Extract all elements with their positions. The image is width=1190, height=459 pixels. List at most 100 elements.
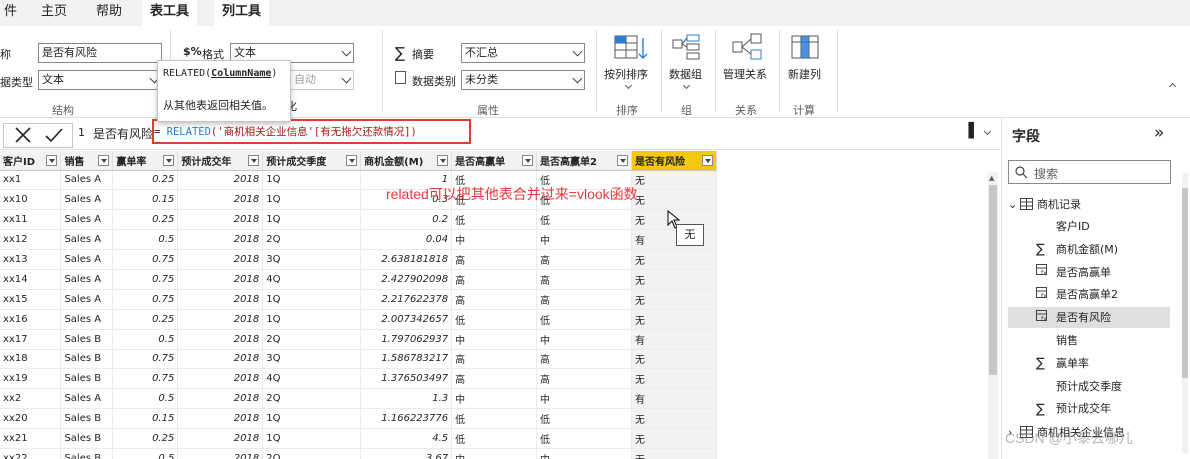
table-cell[interactable]: 0.04	[360, 229, 453, 251]
manage-relationships-button[interactable]: 管理关系	[721, 30, 773, 81]
table-cell[interactable]: xx21	[0, 428, 62, 449]
filter-dropdown-icon[interactable]	[346, 155, 358, 166]
column-header[interactable]: 客户ID	[0, 151, 62, 171]
table-cell[interactable]: 无	[631, 269, 718, 290]
table-cell[interactable]: 1.166223776	[360, 408, 453, 430]
table-cell[interactable]: 4Q	[262, 269, 362, 290]
table-cell[interactable]: 2018	[177, 189, 264, 211]
table-cell[interactable]: 无	[631, 289, 718, 310]
table-cell[interactable]: 无	[631, 448, 718, 459]
table-cell[interactable]: 高	[451, 269, 538, 290]
sort-by-column-button[interactable]: 按列排序	[604, 30, 654, 92]
column-name-input[interactable]: 是否有风险	[38, 43, 162, 63]
table-cell[interactable]: 2018	[177, 289, 264, 310]
table-cell[interactable]: 0.75	[112, 249, 179, 270]
table-cell[interactable]: 低	[451, 408, 538, 430]
tab-table-tools[interactable]: 表工具	[142, 0, 198, 27]
table-cell[interactable]: 1Q	[262, 408, 362, 430]
field-item[interactable]: ∑ 预计成交年	[1008, 398, 1170, 419]
summarize-select[interactable]: 不汇总	[461, 43, 585, 63]
table-cell[interactable]: xx13	[0, 249, 62, 270]
table-cell[interactable]: 中	[451, 388, 538, 410]
table-cell[interactable]: 无	[631, 368, 718, 390]
table-cell[interactable]: Sales A	[60, 249, 114, 270]
table-cell[interactable]: 2018	[177, 170, 264, 191]
table-cell[interactable]: Sales B	[60, 448, 114, 459]
table-cell[interactable]: 中	[451, 329, 538, 350]
table-cell[interactable]: 0.75	[112, 289, 179, 310]
table-cell[interactable]: 0.5	[112, 448, 179, 459]
table-cell[interactable]: 高	[536, 269, 632, 290]
table-cell[interactable]: 低	[536, 209, 632, 231]
table-cell[interactable]: 3.67	[360, 448, 453, 459]
table-cell[interactable]: Sales A	[60, 170, 114, 191]
table-cell[interactable]: 2018	[177, 329, 264, 350]
column-header[interactable]: 是否高赢单	[451, 151, 538, 171]
table-cell[interactable]: xx10	[0, 189, 62, 211]
table-cell[interactable]: 2Q	[262, 329, 362, 350]
table-cell[interactable]: 1Q	[262, 309, 362, 330]
table-cell[interactable]: 低	[536, 408, 632, 430]
collapse-pane-icon[interactable]: »	[1154, 123, 1164, 143]
column-header[interactable]: 是否高赢单2	[536, 151, 632, 171]
field-item[interactable]: 销售	[1008, 330, 1170, 351]
table-cell[interactable]: xx14	[0, 269, 62, 290]
table-cell[interactable]: xx20	[0, 408, 62, 430]
cancel-formula-icon[interactable]	[14, 126, 32, 144]
table-cell[interactable]: xx16	[0, 309, 62, 330]
table-cell[interactable]: 4.5	[360, 428, 453, 449]
table-cell[interactable]: xx11	[0, 209, 62, 231]
table-cell[interactable]: Sales A	[60, 189, 114, 211]
table-cell[interactable]: 2018	[177, 229, 264, 251]
table-cell[interactable]: 2018	[177, 448, 264, 459]
table-cell[interactable]: Sales B	[60, 349, 114, 370]
table-cell[interactable]: 有	[631, 388, 718, 410]
table-cell[interactable]: 2Q	[262, 448, 362, 459]
table-cell[interactable]: xx12	[0, 229, 62, 251]
table-cell[interactable]: 中	[536, 448, 632, 459]
table-cell[interactable]: 1.797062937	[360, 329, 453, 350]
table-cell[interactable]: 中	[536, 229, 632, 251]
expand-chevron-icon[interactable]: ⌄	[1008, 198, 1018, 211]
table-cell[interactable]: Sales A	[60, 289, 114, 310]
column-header[interactable]: 是否有风险	[631, 151, 718, 171]
table-cell[interactable]: 有	[631, 329, 718, 350]
table-cell[interactable]: Sales B	[60, 329, 114, 350]
tab-file[interactable]: 件	[0, 0, 25, 26]
table-cell[interactable]: 2018	[177, 368, 264, 390]
expand-formula-icon[interactable]	[983, 127, 992, 136]
table-cell[interactable]: Sales B	[60, 368, 114, 390]
field-item[interactable]: 客户ID	[1008, 216, 1170, 237]
table-cell[interactable]: 1.376503497	[360, 368, 453, 390]
table-cell[interactable]: 0.75	[112, 368, 179, 390]
field-item[interactable]: ∑ 赢单率	[1008, 353, 1170, 374]
field-item[interactable]: fx 是否高赢单2	[1008, 284, 1170, 305]
table-cell[interactable]: 2.007342657	[360, 309, 453, 330]
table-cell[interactable]: 0.5	[112, 388, 179, 410]
table-cell[interactable]: 0.15	[112, 189, 179, 211]
table-cell[interactable]: 无	[631, 170, 718, 191]
table-cell[interactable]: xx18	[0, 349, 62, 370]
table-cell[interactable]: 1Q	[262, 289, 362, 310]
datatype-select[interactable]: 文本	[38, 70, 162, 90]
table-cell[interactable]: 2018	[177, 309, 264, 330]
filter-dropdown-icon[interactable]	[702, 155, 713, 166]
table-cell[interactable]: xx1	[0, 170, 62, 191]
filter-dropdown-icon[interactable]	[522, 155, 534, 166]
collapse-ribbon-icon[interactable]	[1168, 82, 1177, 91]
table-cell[interactable]: xx17	[0, 329, 62, 350]
table-cell[interactable]: 高	[536, 249, 632, 270]
table-cell[interactable]: 低	[451, 309, 538, 330]
table-cell[interactable]: 0.5	[112, 229, 179, 251]
table-cell[interactable]: Sales A	[60, 269, 114, 290]
table-cell[interactable]: 高	[451, 349, 538, 370]
field-item[interactable]: fx 是否有风险	[1008, 307, 1170, 329]
table-cell[interactable]: 0.25	[112, 209, 179, 231]
grid-scrollbar-thumb[interactable]	[989, 185, 997, 375]
tab-home[interactable]: 主页	[33, 0, 75, 26]
table-cell[interactable]: 3Q	[262, 349, 362, 370]
table-cell[interactable]: 2018	[177, 269, 264, 290]
table-cell[interactable]: 2018	[177, 388, 264, 410]
column-header[interactable]: 赢单率	[112, 151, 179, 171]
table-cell[interactable]: Sales A	[60, 229, 114, 251]
